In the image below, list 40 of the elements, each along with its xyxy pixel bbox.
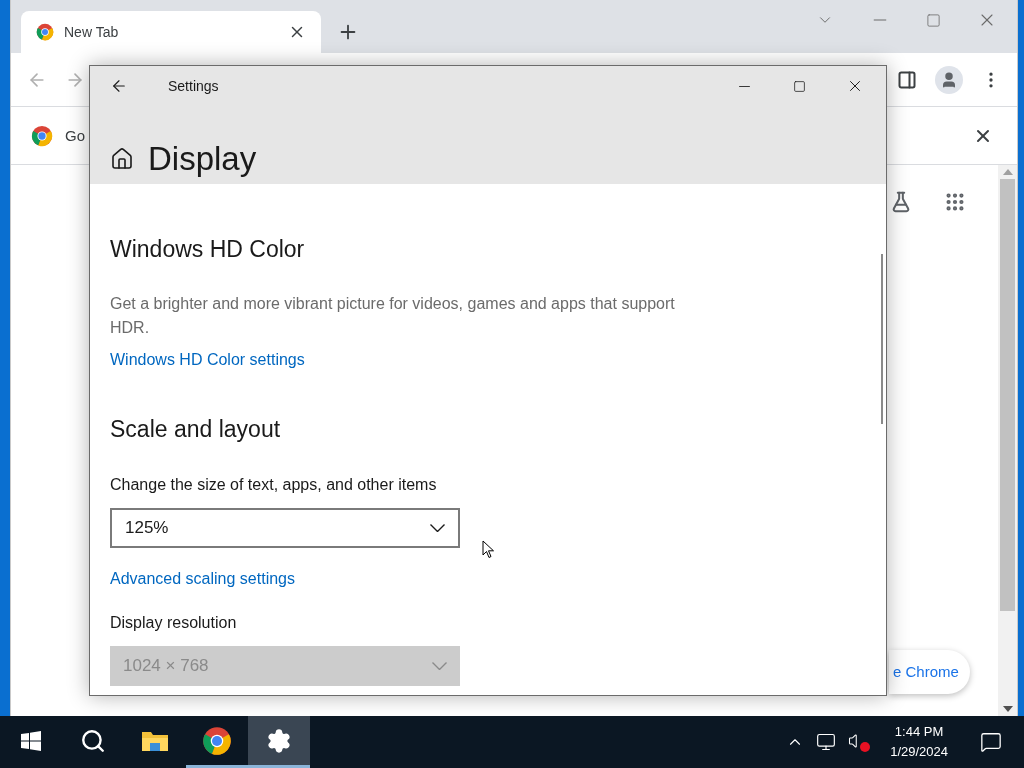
tab-title: New Tab <box>64 22 120 42</box>
taskbar-button[interactable] <box>248 716 310 768</box>
network-icon[interactable] <box>816 732 837 752</box>
settings-link[interactable]: Windows HD Color settings <box>110 348 305 372</box>
section-heading: Windows HD Color <box>110 234 306 264</box>
field-label: Display resolution <box>110 612 238 633</box>
promo-button[interactable]: e Chrome <box>889 650 970 694</box>
chrome-logo-icon <box>36 23 54 41</box>
clock[interactable]: 1:44 PM 1/29/2024 <box>880 722 958 762</box>
clock-time: 1:44 PM <box>894 723 944 741</box>
person-icon <box>940 70 958 89</box>
chevron-down-icon <box>430 523 445 532</box>
scroll-down-icon[interactable] <box>1002 706 1013 712</box>
apps-grid-icon[interactable] <box>944 191 966 213</box>
section-description: Get a brighter and more vibrant picture for videos, games and apps that support HDR. <box>110 294 676 338</box>
clock-date: 1/29/2024 <box>890 743 948 761</box>
search-icon <box>80 727 106 754</box>
profile-avatar[interactable] <box>935 65 963 94</box>
page-title: Display <box>148 139 257 179</box>
mouse-cursor-icon <box>482 539 495 559</box>
section-heading: Scale and layout <box>110 415 282 444</box>
maximize-icon[interactable] <box>793 79 806 93</box>
chrome-logo-icon <box>202 725 232 756</box>
dropdown[interactable]: 125% <box>110 507 460 548</box>
settings-link[interactable]: Advanced scaling settings <box>110 566 295 591</box>
side-panel-icon[interactable] <box>897 69 917 90</box>
browser-tab[interactable]: New Tab <box>21 11 321 53</box>
info-bar-text: Go <box>65 126 85 144</box>
muted-speaker-icon[interactable] <box>848 732 871 752</box>
window-title: Settings <box>168 76 220 96</box>
scrollbar-thumb[interactable] <box>1000 179 1015 611</box>
chrome-logo-icon <box>31 124 53 147</box>
scrollbar[interactable] <box>998 165 1017 716</box>
scrollbar-thumb[interactable] <box>881 253 883 424</box>
notifications-icon[interactable] <box>980 731 1002 753</box>
home-icon[interactable] <box>110 146 134 171</box>
windows-logo-icon <box>21 730 41 751</box>
field-label: Change the size of text, apps, and other items <box>110 474 438 495</box>
flask-icon[interactable] <box>890 191 912 213</box>
chevron-down-icon <box>432 661 447 670</box>
